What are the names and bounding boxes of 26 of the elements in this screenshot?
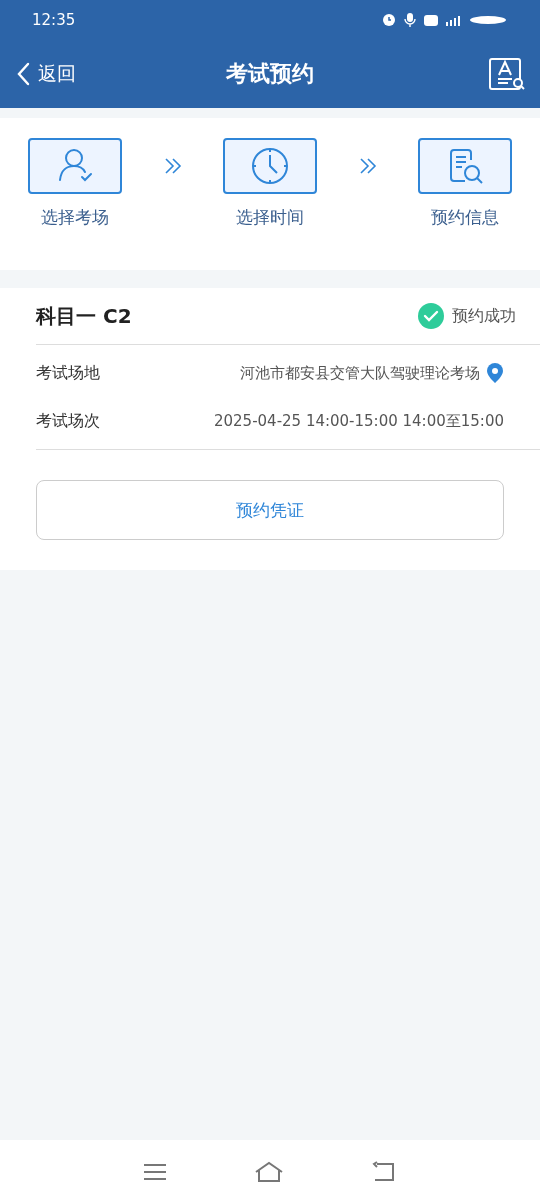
field-value: 河池市都安县交管大队驾驶理论考场: [239, 363, 480, 383]
field-value: 2025-04-25 14:00-15:00 14:00至15:00: [212, 411, 504, 431]
page-title: 考试预约: [226, 60, 314, 88]
alarm-icon: [382, 13, 396, 27]
check-circle-icon: [418, 303, 444, 329]
status-text: 预约成功: [452, 305, 516, 327]
document-search-icon[interactable]: [488, 57, 526, 91]
field-label: 考试场次: [36, 410, 101, 432]
double-chevron-icon: [162, 156, 183, 176]
back-button[interactable]: 返回: [16, 61, 76, 87]
location-pin-icon[interactable]: [486, 362, 504, 384]
certificate-button[interactable]: 预约凭证: [36, 480, 504, 540]
step-label: 选择时间: [236, 206, 304, 229]
signal-icon: [446, 14, 462, 26]
step-label: 预约信息: [431, 206, 499, 229]
clock-icon: [250, 146, 290, 186]
back-chevron-icon: [16, 62, 30, 86]
double-chevron-icon: [357, 156, 378, 176]
menu-icon[interactable]: [143, 1162, 168, 1182]
subject-title: 科目一 C2: [36, 302, 132, 330]
back-icon[interactable]: [370, 1161, 397, 1183]
step-label: 选择考场: [41, 206, 109, 229]
field-label: 考试场地: [36, 362, 101, 384]
home-icon[interactable]: [254, 1161, 284, 1183]
microphone-icon: [404, 12, 416, 28]
status-time: 12:35: [32, 11, 76, 29]
